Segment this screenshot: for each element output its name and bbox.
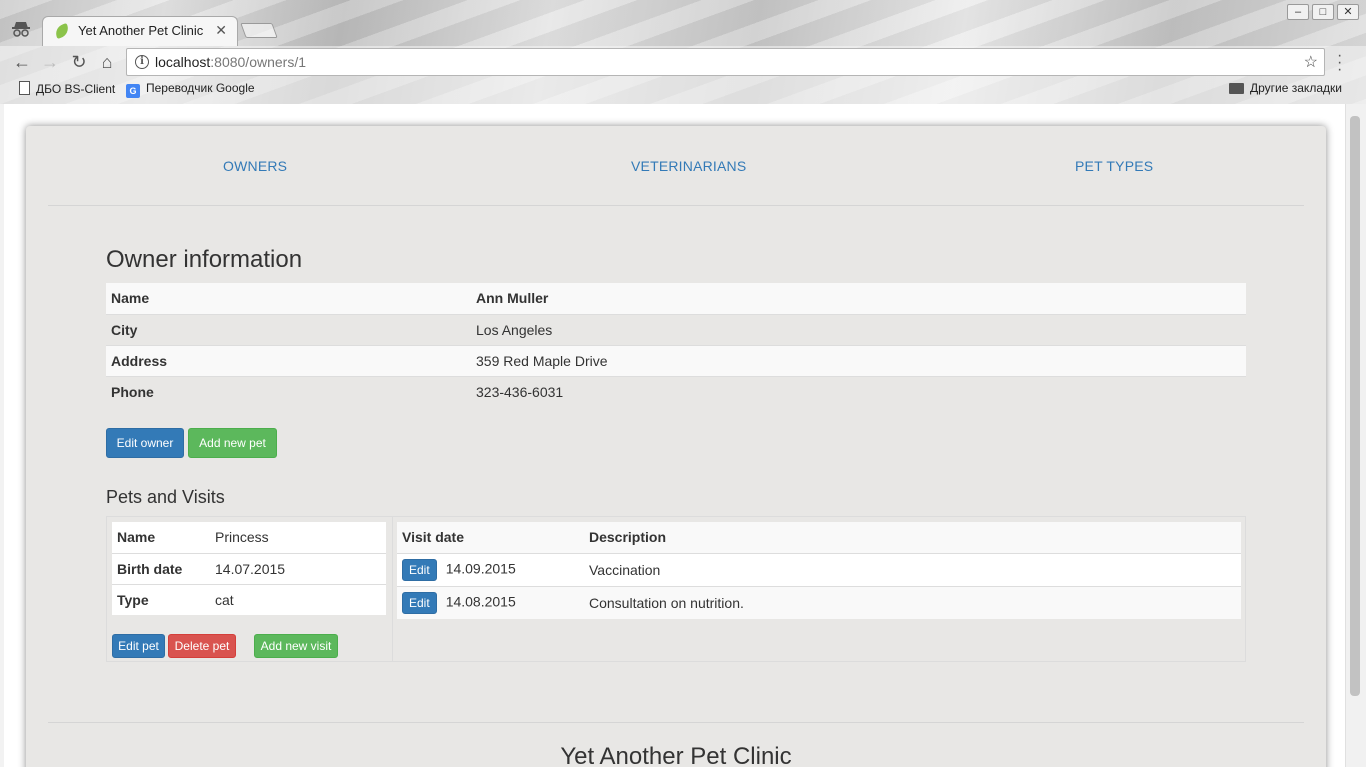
bookmark-dbo[interactable]: ДБО BS-Client	[19, 81, 115, 96]
pet-label: Type	[112, 583, 210, 615]
main-nav: OWNERS VETERINARIANS PET TYPES	[48, 126, 1304, 206]
table-row: Type cat	[112, 583, 386, 615]
edit-visit-button[interactable]: Edit	[402, 591, 437, 614]
table-row: City Los Angeles	[106, 313, 1246, 345]
info-icon[interactable]: i	[135, 55, 149, 69]
visit-date-cell: Edit 14.09.2015	[397, 552, 584, 586]
pet-label: Birth date	[112, 552, 210, 584]
delete-pet-button[interactable]: Delete pet	[168, 634, 236, 658]
pets-visits-panel: Name Princess Birth date 14.07.2015 Type…	[106, 516, 1246, 662]
browser-chrome: Yet Another Pet Clinic ✕ – □ ✕ ← → ↻ ⌂ i…	[0, 0, 1366, 104]
spring-leaf-icon	[53, 22, 71, 40]
owner-value: 323-436-6031	[471, 375, 1246, 407]
folder-icon	[1229, 83, 1244, 94]
footer-divider	[48, 722, 1304, 723]
maximize-button[interactable]: □	[1312, 4, 1334, 20]
owner-value: Ann Muller	[471, 283, 1246, 314]
panel-divider	[392, 517, 393, 661]
tab-title: Yet Another Pet Clinic	[78, 23, 204, 38]
edit-pet-button[interactable]: Edit pet	[112, 634, 165, 658]
nav-pet-types[interactable]: PET TYPES	[1075, 158, 1153, 174]
page-container: OWNERS VETERINARIANS PET TYPES Owner inf…	[26, 126, 1326, 767]
owner-heading: Owner information	[106, 246, 303, 273]
close-window-button[interactable]: ✕	[1337, 4, 1359, 20]
google-translate-icon: G	[126, 84, 140, 98]
owner-info-table: Name Ann Muller City Los Angeles Address…	[106, 283, 1246, 407]
visit-date: 14.09.2015	[445, 560, 516, 577]
owner-label: Phone	[106, 375, 471, 407]
edit-owner-button[interactable]: Edit owner	[106, 428, 184, 458]
table-row: Edit 14.09.2015 Vaccination	[397, 552, 1241, 586]
owner-value: 359 Red Maple Drive	[471, 344, 1246, 376]
pet-value: cat	[210, 583, 386, 615]
page-icon	[19, 81, 30, 95]
visits-table: Visit date Description Edit 14.09.2015 Va…	[397, 522, 1241, 619]
table-row: Address 359 Red Maple Drive	[106, 344, 1246, 376]
edit-visit-button[interactable]: Edit	[402, 558, 437, 581]
pet-value: Princess	[210, 522, 386, 553]
table-row: Birth date 14.07.2015	[112, 552, 386, 584]
pet-label: Name	[112, 522, 210, 553]
incognito-icon	[12, 22, 30, 37]
browser-tab[interactable]: Yet Another Pet Clinic ✕	[42, 16, 238, 46]
other-bookmarks[interactable]: Другие закладки	[1229, 81, 1342, 95]
home-icon[interactable]: ⌂	[95, 50, 119, 74]
table-row: Phone 323-436-6031	[106, 375, 1246, 407]
scrollbar-thumb[interactable]	[1350, 116, 1360, 696]
footer-title: Yet Another Pet Clinic	[560, 743, 792, 767]
add-new-visit-button[interactable]: Add new visit	[254, 634, 338, 658]
address-bar[interactable]: i localhost:8080/owners/1 ☆	[126, 48, 1325, 76]
nav-owners[interactable]: OWNERS	[223, 158, 287, 174]
pet-details-table: Name Princess Birth date 14.07.2015 Type…	[112, 522, 386, 615]
add-new-pet-button[interactable]: Add new pet	[188, 428, 277, 458]
bookmark-google-translate[interactable]: G Переводчик Google	[126, 81, 255, 98]
visit-description: Consultation on nutrition.	[584, 585, 1241, 619]
column-header-visit-date: Visit date	[397, 522, 584, 554]
pets-heading: Pets and Visits	[106, 487, 225, 507]
back-arrow-icon[interactable]: ←	[10, 50, 34, 74]
nav-veterinarians[interactable]: VETERINARIANS	[631, 158, 746, 174]
page-viewport: OWNERS VETERINARIANS PET TYPES Owner inf…	[4, 104, 1345, 767]
pet-value: 14.07.2015	[210, 552, 386, 584]
tab-close-icon[interactable]: ✕	[215, 22, 227, 39]
owner-label: Name	[106, 283, 471, 314]
table-row: Name Ann Muller	[106, 283, 1246, 314]
minimize-button[interactable]: –	[1287, 4, 1309, 20]
url-text[interactable]: localhost:8080/owners/1	[155, 54, 306, 70]
visit-date-cell: Edit 14.08.2015	[397, 585, 584, 619]
table-row: Name Princess	[112, 522, 386, 553]
owner-label: Address	[106, 344, 471, 376]
column-header-description: Description	[584, 522, 1241, 554]
table-header-row: Visit date Description	[397, 522, 1241, 554]
browser-menu-icon[interactable]: · · ·	[1337, 48, 1342, 78]
visit-date: 14.08.2015	[445, 593, 516, 610]
new-tab-button[interactable]	[240, 23, 278, 38]
page-scrollbar[interactable]	[1345, 104, 1366, 767]
forward-arrow-icon[interactable]: →	[38, 50, 62, 74]
bookmark-star-icon[interactable]: ☆	[1304, 52, 1318, 72]
owner-label: City	[106, 313, 471, 345]
visit-description: Vaccination	[584, 552, 1241, 586]
owner-value: Los Angeles	[471, 313, 1246, 345]
reload-icon[interactable]: ↻	[67, 50, 91, 74]
table-row: Edit 14.08.2015 Consultation on nutrition…	[397, 585, 1241, 619]
